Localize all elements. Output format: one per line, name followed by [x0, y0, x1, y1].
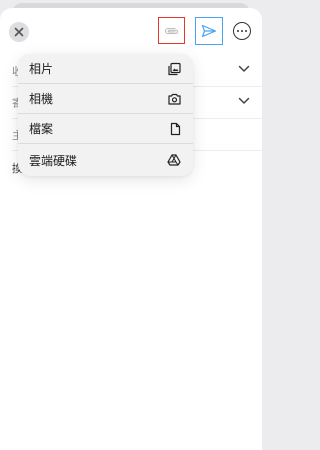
- attachment-menu: 相片 相機 檔案 雲端硬碟: [18, 54, 193, 176]
- close-icon: [14, 27, 24, 37]
- file-icon: [170, 122, 181, 135]
- close-button[interactable]: [9, 22, 29, 42]
- ellipsis-circle-icon: [237, 30, 239, 32]
- menu-item-camera[interactable]: 相機: [18, 84, 193, 114]
- menu-item-label: 相機: [29, 92, 54, 106]
- google-drive-icon: [167, 154, 181, 166]
- compose-toolbar: [0, 8, 262, 54]
- attach-button[interactable]: [158, 17, 185, 44]
- menu-item-label: 檔案: [29, 122, 54, 136]
- send-button[interactable]: [195, 17, 223, 45]
- camera-icon: [168, 93, 181, 105]
- chevron-down-icon[interactable]: [238, 97, 250, 105]
- menu-item-label: 雲端硬碟: [29, 153, 78, 168]
- menu-item-google-drive[interactable]: 雲端硬碟: [18, 144, 193, 176]
- menu-item-files[interactable]: 檔案: [18, 114, 193, 144]
- chevron-down-icon[interactable]: [238, 65, 250, 73]
- photo-library-icon: [168, 62, 181, 75]
- send-icon: [201, 24, 217, 38]
- menu-item-label: 相片: [29, 62, 54, 76]
- more-options-button[interactable]: [233, 22, 251, 40]
- compose-sheet: 收 寄 主 換行 區行 相片 相機: [0, 8, 262, 450]
- menu-item-photos[interactable]: 相片: [18, 54, 193, 84]
- paperclip-icon: [164, 27, 178, 34]
